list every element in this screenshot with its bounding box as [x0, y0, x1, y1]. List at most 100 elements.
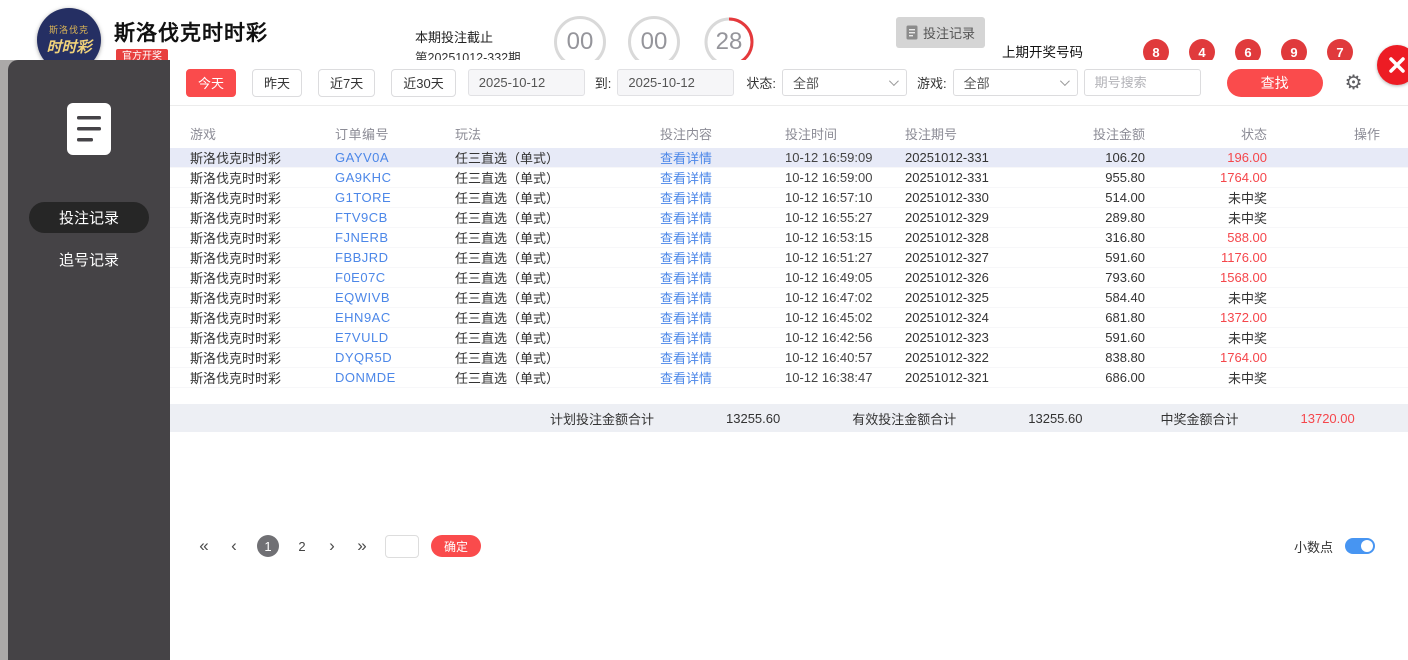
cell-game: 斯洛伐克时时彩 — [190, 311, 282, 326]
cell-status: 196.00 — [1227, 150, 1267, 165]
cell-play-type: 任三直选（单式） — [455, 331, 560, 346]
search-button[interactable]: 查找 — [1226, 68, 1323, 97]
cell-bet-time: 10-12 16:57:10 — [785, 190, 873, 205]
win-total-value: 13720.00 — [1300, 410, 1355, 426]
cell-status: 未中奖 — [1227, 371, 1267, 386]
cell-play-type: 任三直选（单式） — [455, 271, 560, 286]
table-row: 斯洛伐克时时彩 G1TORE 任三直选（单式） 查看详情 10-12 16:57:10 2… — [170, 188, 1408, 208]
date-from-input[interactable] — [467, 69, 585, 96]
confirm-page-button[interactable]: 确定 — [431, 535, 482, 557]
cell-bet-period: 20251012-325 — [905, 290, 989, 305]
filter-30days-button[interactable]: 近30天 — [391, 68, 456, 97]
view-detail-link[interactable]: 查看详情 — [660, 188, 785, 207]
view-detail-link[interactable]: 查看详情 — [660, 348, 785, 367]
game-label: 游戏: — [916, 76, 947, 91]
view-detail-link[interactable]: 查看详情 — [660, 228, 785, 247]
prev-page-icon[interactable]: ‹ — [227, 536, 241, 556]
page-number-1[interactable]: 1 — [257, 535, 279, 557]
col-period: 投注期号 — [905, 126, 958, 142]
filter-today-button[interactable]: 今天 — [186, 68, 237, 97]
status-select-value: 全部 — [792, 76, 819, 91]
cell-game: 斯洛伐克时时彩 — [190, 251, 282, 266]
gear-icon[interactable]: ⚙ — [1345, 73, 1363, 93]
order-number-link[interactable]: GA9KHC — [335, 170, 455, 185]
cell-bet-period: 20251012-322 — [905, 350, 989, 365]
cell-bet-period: 20251012-327 — [905, 250, 989, 265]
view-detail-link[interactable]: 查看详情 — [660, 288, 785, 307]
order-number-link[interactable]: DYQR5D — [335, 350, 455, 365]
page-number-2[interactable]: 2 — [291, 535, 313, 557]
order-number-link[interactable]: GAYV0A — [335, 150, 455, 165]
cell-bet-time: 10-12 16:51:27 — [785, 250, 873, 265]
chevron-down-icon — [888, 76, 899, 87]
sidebar-item-bet-records[interactable]: 投注记录 — [29, 202, 149, 233]
order-number-link[interactable]: DONMDE — [335, 370, 455, 385]
bet-records-modal: 投注记录 追号记录 今天 昨天 近7天 近30天 到: 状态: 全部 游戏: 全… — [8, 60, 1408, 660]
order-number-link[interactable]: FBBJRD — [335, 250, 455, 265]
cell-bet-amount: 686.00 — [1105, 370, 1145, 385]
page-jump-input[interactable] — [385, 534, 419, 558]
last-page-icon[interactable]: » — [355, 536, 369, 556]
plan-total-label: 计划投注金额合计 — [550, 411, 655, 427]
view-detail-link[interactable]: 查看详情 — [660, 308, 785, 327]
cell-play-type: 任三直选（单式） — [455, 311, 560, 326]
order-number-link[interactable]: E7VULD — [335, 330, 455, 345]
col-content: 投注内容 — [660, 126, 713, 142]
table-row: 斯洛伐克时时彩 EHN9AC 任三直选（单式） 查看详情 10-12 16:45:02 2… — [170, 308, 1408, 328]
cell-bet-amount: 591.60 — [1105, 250, 1145, 265]
cell-status: 未中奖 — [1227, 291, 1267, 306]
col-time: 投注时间 — [785, 126, 838, 142]
view-detail-link[interactable]: 查看详情 — [660, 208, 785, 227]
period-search-input[interactable] — [1083, 69, 1201, 96]
filter-bar: 今天 昨天 近7天 近30天 到: 状态: 全部 游戏: 全部 查找 ⚙ — [170, 60, 1408, 106]
cell-bet-period: 20251012-321 — [905, 370, 989, 385]
date-to-input[interactable] — [617, 69, 735, 96]
order-number-link[interactable]: FTV9CB — [335, 210, 455, 225]
cell-game: 斯洛伐克时时彩 — [190, 331, 282, 346]
cell-bet-time: 10-12 16:53:15 — [785, 230, 873, 245]
bet-record-button[interactable]: 投注记录 — [896, 17, 986, 48]
view-detail-link[interactable]: 查看详情 — [660, 168, 785, 187]
sidebar-item-label: 投注记录 — [58, 210, 119, 227]
cell-bet-period: 20251012-331 — [905, 170, 989, 185]
cell-bet-time: 10-12 16:42:56 — [785, 330, 873, 345]
first-page-icon[interactable]: « — [197, 536, 211, 556]
decimal-switch-group: 小数点 — [1294, 537, 1408, 556]
cell-bet-time: 10-12 16:38:47 — [785, 370, 873, 385]
order-number-link[interactable]: EHN9AC — [335, 310, 455, 325]
table-row: 斯洛伐克时时彩 EQWIVB 任三直选（单式） 查看详情 10-12 16:47:02 2… — [170, 288, 1408, 308]
order-number-link[interactable]: G1TORE — [335, 190, 455, 205]
page-title: 斯洛伐克时时彩 — [114, 22, 268, 45]
summary-bar: 计划投注金额合计 13255.60 有效投注金额合计 13255.60 中奖金额… — [170, 404, 1408, 432]
view-detail-link[interactable]: 查看详情 — [660, 248, 785, 267]
cell-bet-time: 10-12 16:40:57 — [785, 350, 873, 365]
col-order: 订单编号 — [335, 126, 390, 142]
view-detail-link[interactable]: 查看详情 — [660, 328, 785, 347]
view-detail-link[interactable]: 查看详情 — [660, 268, 785, 287]
decimal-toggle[interactable] — [1345, 538, 1375, 554]
table-row: 斯洛伐克时时彩 FTV9CB 任三直选（单式） 查看详情 10-12 16:55:27 2… — [170, 208, 1408, 228]
filter-7days-button[interactable]: 近7天 — [318, 68, 376, 97]
cell-play-type: 任三直选（单式） — [455, 251, 560, 266]
filter-yesterday-button[interactable]: 昨天 — [252, 68, 303, 97]
view-detail-link[interactable]: 查看详情 — [660, 148, 785, 167]
order-number-link[interactable]: EQWIVB — [335, 290, 455, 305]
cell-status: 1764.00 — [1220, 350, 1267, 365]
order-number-link[interactable]: F0E07C — [335, 270, 455, 285]
modal-content: 今天 昨天 近7天 近30天 到: 状态: 全部 游戏: 全部 查找 ⚙ 游戏 … — [170, 60, 1408, 660]
cell-play-type: 任三直选（单式） — [455, 231, 560, 246]
cell-bet-amount: 289.80 — [1105, 210, 1145, 225]
decimal-label: 小数点 — [1293, 539, 1333, 555]
cell-bet-amount: 793.60 — [1105, 270, 1145, 285]
cell-status: 1176.00 — [1220, 250, 1267, 265]
order-number-link[interactable]: FJNERB — [335, 230, 455, 245]
game-select[interactable]: 全部 — [952, 69, 1078, 96]
table-row: 斯洛伐克时时彩 E7VULD 任三直选（单式） 查看详情 10-12 16:42:56 2… — [170, 328, 1408, 348]
view-detail-link[interactable]: 查看详情 — [660, 368, 785, 387]
col-play: 玩法 — [455, 126, 482, 142]
deadline-label: 本期投注截止 — [415, 30, 494, 45]
cell-game: 斯洛伐克时时彩 — [190, 351, 282, 366]
sidebar-item-chase-records[interactable]: 追号记录 — [29, 247, 149, 271]
status-select[interactable]: 全部 — [781, 69, 907, 96]
next-page-icon[interactable]: › — [325, 536, 339, 556]
